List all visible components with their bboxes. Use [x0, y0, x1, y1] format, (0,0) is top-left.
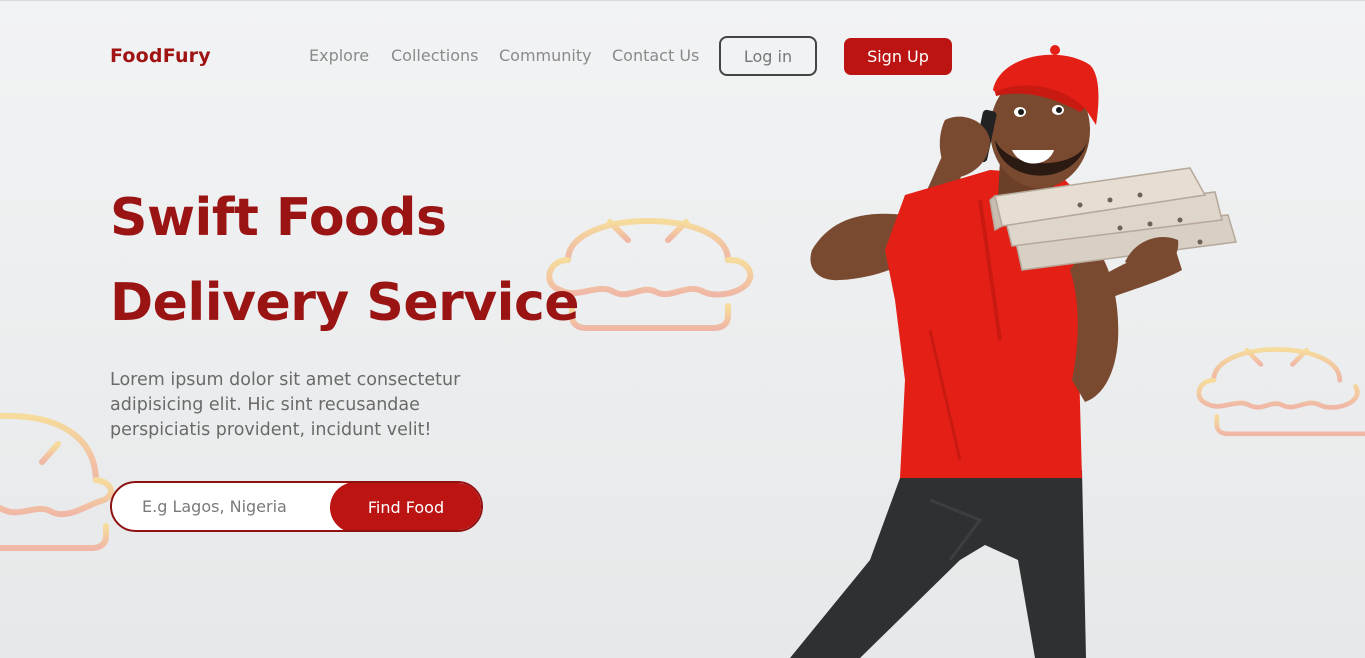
nav-contact-us[interactable]: Contact Us: [612, 46, 699, 65]
location-search: Find Food: [110, 481, 483, 532]
nav-community[interactable]: Community: [499, 46, 592, 65]
hero-description: Lorem ipsum dolor sit amet consectetur a…: [110, 370, 461, 440]
logo[interactable]: FoodFury: [110, 45, 211, 67]
top-border: [0, 0, 1365, 1]
hero-title-line2: Delivery Service: [110, 273, 580, 333]
nav-explore[interactable]: Explore: [309, 46, 369, 65]
hero-title-line1: Swift Foods: [110, 188, 447, 248]
location-input[interactable]: [112, 483, 342, 530]
nav-collections[interactable]: Collections: [391, 46, 478, 65]
find-food-button[interactable]: Find Food: [330, 483, 481, 530]
burger-icon: [0, 412, 114, 551]
delivery-person-image: [790, 45, 1237, 658]
